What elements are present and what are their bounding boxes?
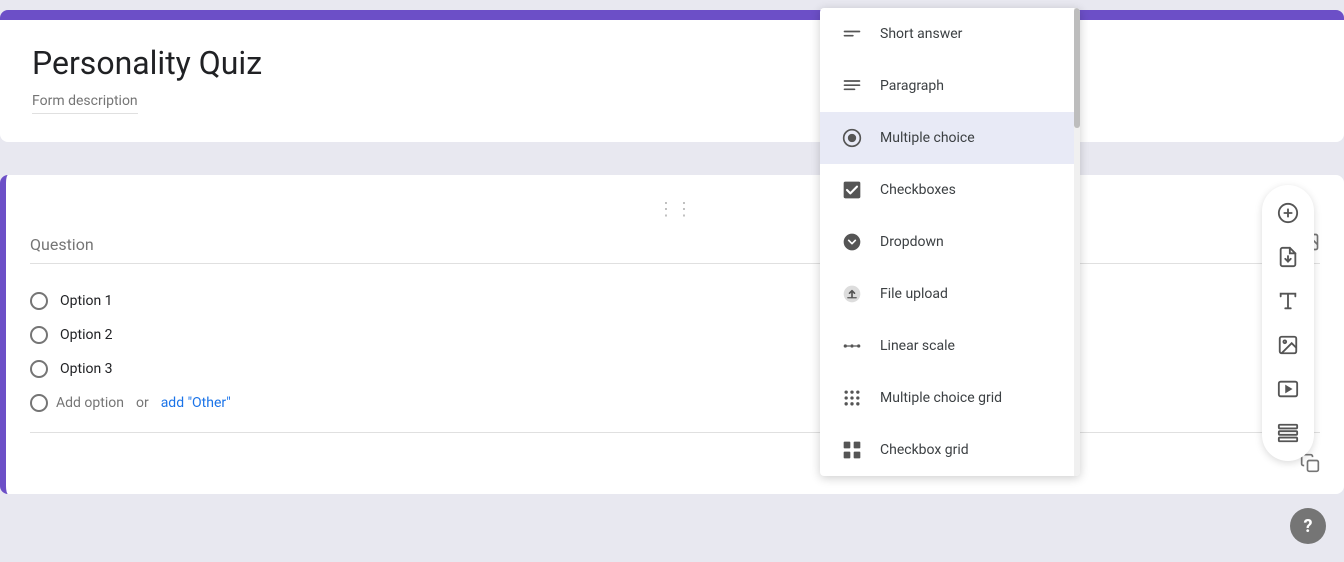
scrollbar-thumb[interactable] xyxy=(1074,8,1080,128)
dropdown-item-file-upload[interactable]: File upload xyxy=(820,268,1080,320)
page-wrapper: Personality Quiz Form description ⋮⋮ Opt… xyxy=(0,0,1344,562)
help-icon: ? xyxy=(1304,516,1313,537)
dropdown-item-label: Dropdown xyxy=(880,234,944,250)
connector-text: or xyxy=(136,395,149,411)
question-card: ⋮⋮ Option 1 Option 2 xyxy=(0,175,1344,494)
list-item: Option 3 xyxy=(30,352,1320,386)
dropdown-menu: Short answer Paragraph Multiple choice xyxy=(820,8,1080,476)
radio-option-3 xyxy=(30,360,48,378)
scrollbar-track xyxy=(1074,8,1080,476)
dropdown-item-linear-scale[interactable]: Linear scale xyxy=(820,320,1080,372)
dropdown-item-label: Short answer xyxy=(880,26,962,42)
dropdown-item-label: Multiple choice xyxy=(880,130,975,146)
form-title: Personality Quiz xyxy=(32,44,1312,82)
add-question-button[interactable] xyxy=(1268,193,1308,233)
help-button[interactable]: ? xyxy=(1290,508,1326,544)
option-label-2: Option 2 xyxy=(60,327,113,343)
question-row xyxy=(30,232,1320,264)
option-label-3: Option 3 xyxy=(60,361,113,377)
add-image-button[interactable] xyxy=(1268,325,1308,365)
dropdown-item-label: Checkbox grid xyxy=(880,442,969,458)
add-option-text[interactable]: Add option xyxy=(56,395,124,411)
dropdown-item-multiple-choice-grid[interactable]: Multiple choice grid xyxy=(820,372,1080,424)
header-card: Personality Quiz Form description xyxy=(0,10,1344,142)
dropdown-item-label: Multiple choice grid xyxy=(880,390,1002,406)
import-questions-button[interactable] xyxy=(1268,237,1308,277)
add-other-link[interactable]: add "Other" xyxy=(161,395,231,411)
right-toolbar xyxy=(1262,185,1314,461)
dropdown-item-checkbox-grid[interactable]: Checkbox grid xyxy=(820,424,1080,476)
copy-icon[interactable] xyxy=(1300,453,1320,478)
add-section-button[interactable] xyxy=(1268,413,1308,453)
dropdown-item-label: Paragraph xyxy=(880,78,944,94)
dropdown-item-dropdown[interactable]: Dropdown xyxy=(820,216,1080,268)
divider xyxy=(30,432,1320,433)
multiple-choice-icon xyxy=(840,126,864,150)
list-item: Option 2 xyxy=(30,318,1320,352)
options-list: Option 1 Option 2 Option 3 Add option or… xyxy=(30,284,1320,420)
dropdown-item-label: Checkboxes xyxy=(880,182,956,198)
dropdown-item-checkboxes[interactable]: Checkboxes xyxy=(820,164,1080,216)
dropdown-item-label: Linear scale xyxy=(880,338,955,354)
short-answer-icon xyxy=(840,22,864,46)
dropdown-item-multiple-choice[interactable]: Multiple choice xyxy=(820,112,1080,164)
paragraph-icon xyxy=(840,74,864,98)
card-footer xyxy=(30,445,1320,478)
file-upload-icon xyxy=(840,282,864,306)
list-item: Option 1 xyxy=(30,284,1320,318)
radio-option-2 xyxy=(30,326,48,344)
radio-option-1 xyxy=(30,292,48,310)
checkbox-grid-icon xyxy=(840,438,864,462)
checkboxes-icon xyxy=(840,178,864,202)
drag-handle: ⋮⋮ xyxy=(30,199,1320,220)
add-video-button[interactable] xyxy=(1268,369,1308,409)
linear-scale-icon xyxy=(840,334,864,358)
option-label-1: Option 1 xyxy=(60,293,113,309)
dropdown-item-paragraph[interactable]: Paragraph xyxy=(820,60,1080,112)
add-title-button[interactable] xyxy=(1268,281,1308,321)
question-input[interactable] xyxy=(30,235,1288,254)
dropdown-icon xyxy=(840,230,864,254)
multiple-choice-grid-icon xyxy=(840,386,864,410)
form-description[interactable]: Form description xyxy=(32,93,138,114)
dropdown-item-label: File upload xyxy=(880,286,948,302)
add-option-row: Add option or add "Other" xyxy=(30,386,1320,420)
radio-add xyxy=(30,394,48,412)
dropdown-item-short-answer[interactable]: Short answer xyxy=(820,8,1080,60)
